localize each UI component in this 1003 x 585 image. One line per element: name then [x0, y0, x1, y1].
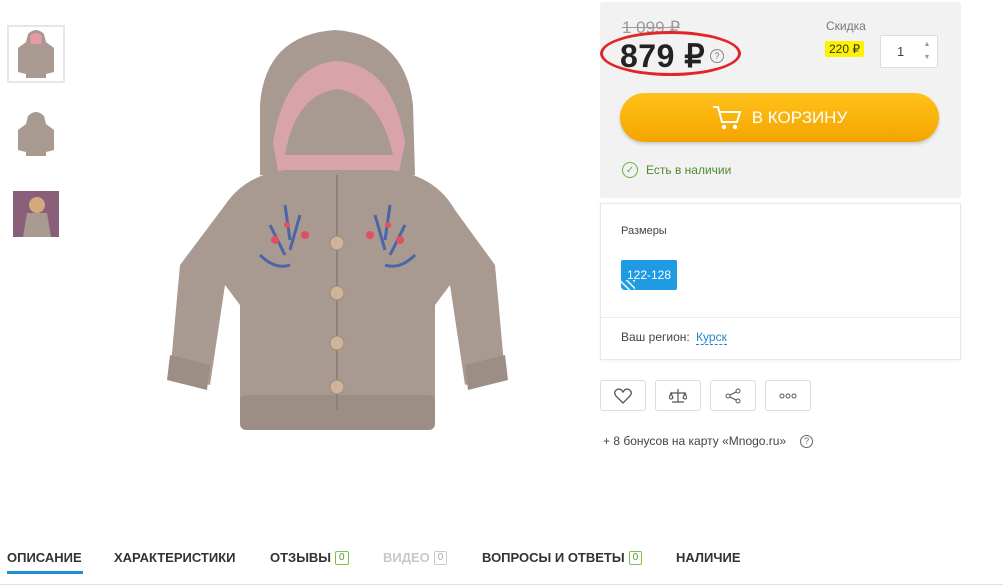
quantity-stepper[interactable]: 1 ▲ ▼ — [880, 35, 938, 68]
favorite-button[interactable] — [600, 380, 646, 411]
compare-button[interactable] — [655, 380, 701, 411]
tab-label: ОТЗЫВЫ — [270, 550, 332, 565]
price-help-icon[interactable]: ? — [710, 49, 724, 63]
add-to-cart-button[interactable]: В КОРЗИНУ — [620, 93, 939, 142]
tab-characteristics[interactable]: ХАРАКТЕРИСТИКИ — [114, 550, 236, 565]
quantity-up-icon[interactable]: ▲ — [920, 39, 934, 51]
bonus-help-icon[interactable]: ? — [800, 434, 814, 448]
thumbnail-model-photo[interactable] — [7, 185, 65, 243]
tab-count-badge: 0 — [628, 550, 643, 565]
active-tab-indicator — [7, 571, 83, 574]
tab-label: НАЛИЧИЕ — [676, 550, 741, 565]
tab-count-badge: 0 — [335, 550, 349, 565]
quantity-down-icon[interactable]: ▼ — [920, 52, 934, 64]
tab-reviews[interactable]: ОТЗЫВЫ 0 — [270, 550, 349, 565]
add-to-cart-label: В КОРЗИНУ — [751, 107, 848, 127]
sizes-panel: Размеры 122-128 Ваш регион: Курск — [600, 203, 961, 360]
product-image — [167, 30, 508, 430]
check-circle-icon: ✓ — [622, 162, 638, 178]
cart-icon — [712, 105, 742, 129]
share-button[interactable] — [710, 380, 756, 411]
discount-label: Скидка — [826, 19, 866, 33]
stock-label: Есть в наличии — [646, 163, 732, 177]
tab-count-badge: 0 — [433, 550, 448, 565]
quantity-value[interactable]: 1 — [897, 44, 904, 59]
tab-label: ОПИСАНИЕ — [7, 550, 82, 565]
region-city-link[interactable]: Курск — [696, 330, 727, 345]
more-button[interactable] — [765, 380, 811, 411]
product-tabs: ОПИСАНИЕ ХАРАКТЕРИСТИКИ ОТЗЫВЫ 0 ВИДЕО 0… — [0, 540, 1003, 585]
heart-icon — [614, 387, 632, 404]
tab-availability[interactable]: НАЛИЧИЕ — [676, 550, 741, 565]
size-option-122-128[interactable]: 122-128 — [621, 260, 677, 290]
thumbnail-jacket-front[interactable] — [7, 25, 65, 83]
tab-questions[interactable]: ВОПРОСЫ И ОТВЕТЫ 0 — [482, 550, 643, 565]
stock-status: ✓ Есть в наличии — [622, 162, 731, 178]
size-selected-marker — [621, 280, 635, 290]
buy-panel: 1 099 ₽ 879 ₽ ? Скидка 220 ₽ 1 ▲ ▼ В КОР… — [600, 2, 961, 198]
thumbnail-jacket-back[interactable] — [7, 105, 65, 163]
share-icon — [725, 388, 741, 403]
tab-description[interactable]: ОПИСАНИЕ — [7, 550, 82, 565]
region-selector: Ваш регион: Курск — [621, 330, 727, 345]
region-label: Ваш регион: — [621, 330, 690, 344]
tab-video[interactable]: ВИДЕО 0 — [383, 550, 448, 565]
current-price: 879 ₽ — [620, 38, 706, 74]
tab-label: ВИДЕО — [383, 550, 430, 565]
sizes-label: Размеры — [621, 225, 667, 237]
more-icon — [779, 393, 797, 398]
tab-label: ВОПРОСЫ И ОТВЕТЫ — [482, 550, 625, 565]
compare-icon — [669, 388, 687, 403]
tab-label: ХАРАКТЕРИСТИКИ — [114, 550, 236, 565]
discount-badge: 220 ₽ — [825, 41, 864, 57]
bonus-info: + 8 бонусов на карту «Mnogo.ru» ? — [603, 434, 814, 448]
region-divider — [601, 317, 960, 318]
bonus-text: + 8 бонусов на карту «Mnogo.ru» — [603, 434, 787, 448]
